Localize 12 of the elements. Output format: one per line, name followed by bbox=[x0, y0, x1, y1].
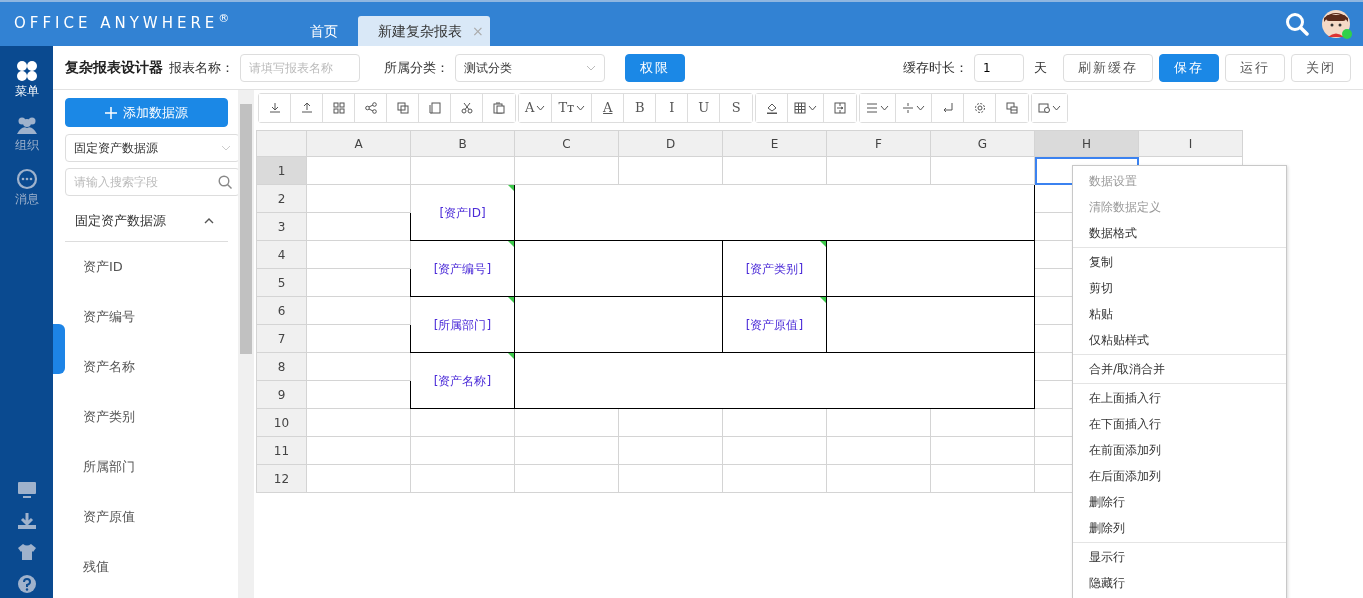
logo-text: OFFICE ANYWHERE$^{®}$ bbox=[13, 11, 231, 34]
field-label: 报表名称： bbox=[169, 58, 234, 77]
page-title: 复杂报表设计器 bbox=[65, 58, 163, 77]
field-placeholder: [资产名称] bbox=[433, 373, 492, 388]
field-label: 缓存时长： bbox=[903, 58, 968, 77]
field-placeholder: [资产类别] bbox=[745, 261, 804, 276]
field-placeholder: [资产编号] bbox=[433, 261, 492, 276]
field-placeholder: [资产ID] bbox=[439, 205, 486, 220]
field-placeholder: [所属部门] bbox=[433, 317, 492, 332]
unit-label: 天 bbox=[1034, 58, 1047, 77]
field-label: 所属分类： bbox=[384, 58, 449, 77]
field-placeholder: [资产原值] bbox=[745, 317, 804, 332]
